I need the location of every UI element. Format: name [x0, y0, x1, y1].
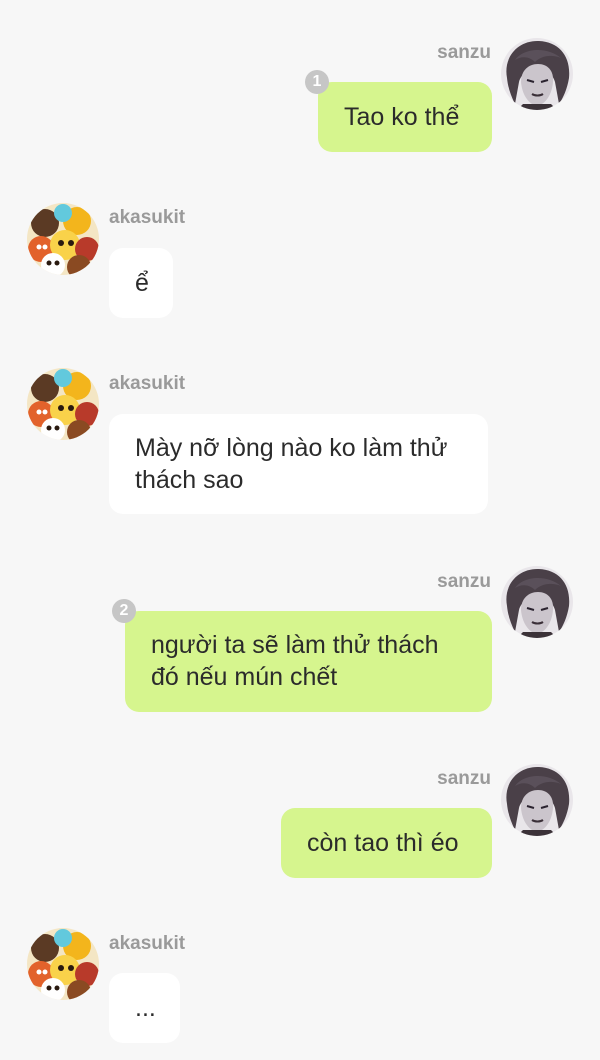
sender-avatar[interactable] — [501, 764, 573, 836]
colorful-group-avatar-icon — [27, 203, 99, 275]
colorful-group-avatar-icon — [27, 928, 99, 1000]
sender-name: sanzu — [437, 42, 491, 63]
sender-name: sanzu — [437, 571, 491, 592]
dark-haired-character-avatar-icon — [501, 566, 573, 638]
sender-avatar[interactable] — [27, 368, 99, 440]
sender-name: akasukit — [109, 207, 186, 228]
unread-count-badge: 1 — [305, 70, 329, 94]
message-bubble[interactable]: người ta sẽ làm thử thách đó nếu mún chế… — [125, 611, 492, 712]
message-bubble[interactable]: Tao ko thể — [318, 82, 492, 152]
sender-avatar[interactable] — [501, 566, 573, 638]
dark-haired-character-avatar-icon — [501, 764, 573, 836]
sender-avatar[interactable] — [27, 928, 99, 1000]
sender-avatar[interactable] — [27, 203, 99, 275]
message-bubble[interactable]: Mày nỡ lòng nào ko làm thử thách sao — [109, 414, 488, 514]
sender-avatar[interactable] — [501, 38, 573, 110]
message-bubble[interactable]: còn tao thì éo — [281, 808, 492, 878]
message-bubble[interactable]: ể — [109, 248, 173, 318]
colorful-group-avatar-icon — [27, 368, 99, 440]
sender-name: sanzu — [437, 768, 491, 789]
message-bubble[interactable]: ... — [109, 973, 180, 1043]
dark-haired-character-avatar-icon — [501, 38, 573, 110]
sender-name: akasukit — [109, 373, 186, 394]
unread-count-badge: 2 — [112, 599, 136, 623]
sender-name: akasukit — [109, 933, 186, 954]
